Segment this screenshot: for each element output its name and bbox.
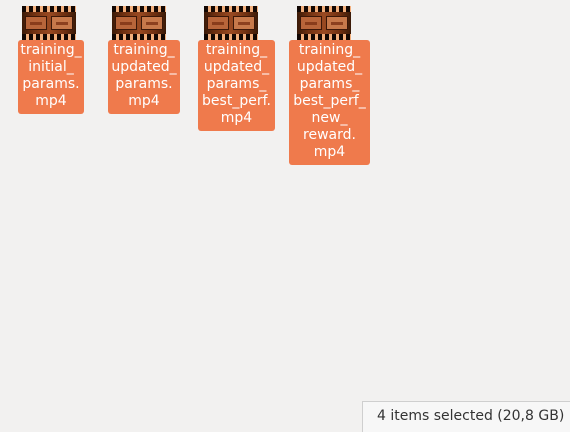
file-name-label: training_ initial_ params. mp4 xyxy=(18,40,84,114)
file-manager-view: training_ initial_ params. mp4 training_… xyxy=(0,0,570,432)
selection-status-bar: 4 items selected (20,8 GB) xyxy=(362,401,570,432)
video-file-icon xyxy=(204,6,258,40)
video-file-icon xyxy=(112,6,166,40)
file-name-label: training_ updated_ params_ best_perf_ ne… xyxy=(289,40,370,165)
file-name-label: training_ updated_ params_ best_perf. mp… xyxy=(198,40,275,131)
video-file-icon xyxy=(22,6,76,40)
video-file-icon xyxy=(297,6,351,40)
file-name-label: training_ updated_ params. mp4 xyxy=(108,40,180,114)
